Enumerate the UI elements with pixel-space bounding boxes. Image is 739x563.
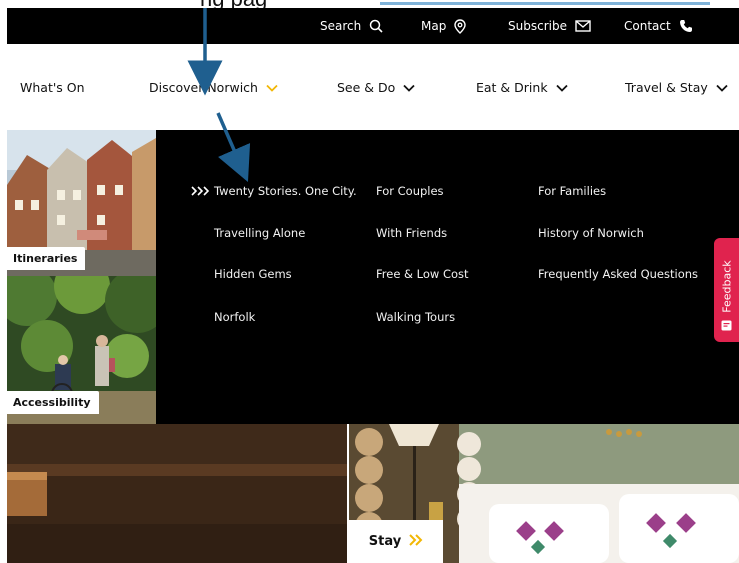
- chevron-down-icon: [266, 80, 278, 95]
- nav-eat-drink[interactable]: Eat & Drink: [476, 75, 568, 99]
- main-navigation: What's On Discover Norwich See & Do Eat …: [7, 44, 739, 130]
- interior-wood-image: [7, 424, 347, 563]
- triple-chevron-icon: [191, 185, 211, 199]
- nav-whats-on[interactable]: What's On: [20, 75, 85, 99]
- map-link[interactable]: Map: [421, 8, 467, 44]
- double-chevron-icon: [409, 533, 423, 550]
- link-hidden-gems[interactable]: Hidden Gems: [214, 267, 292, 281]
- nav-see-do-label: See & Do: [337, 79, 396, 95]
- phone-icon: [679, 19, 693, 33]
- link-history-of-norwich[interactable]: History of Norwich: [538, 226, 644, 240]
- itineraries-card[interactable]: Itineraries: [7, 130, 156, 276]
- promo-image-left[interactable]: [7, 424, 347, 563]
- link-for-families[interactable]: For Families: [538, 184, 606, 198]
- nav-travel-stay[interactable]: Travel & Stay: [625, 75, 728, 99]
- map-label: Map: [421, 19, 447, 33]
- nav-eat-drink-label: Eat & Drink: [476, 79, 548, 95]
- link-faq[interactable]: Frequently Asked Questions: [538, 267, 698, 281]
- subscribe-link[interactable]: Subscribe: [508, 8, 591, 44]
- discover-dropdown-panel: Itineraries Accessibility Twenty Stories…: [7, 130, 739, 424]
- nav-discover-norwich-label: Discover Norwich: [149, 79, 258, 95]
- stay-button[interactable]: Stay: [349, 520, 443, 563]
- accessibility-card[interactable]: Accessibility: [7, 276, 156, 424]
- link-norfolk[interactable]: Norfolk: [214, 310, 255, 324]
- contact-label: Contact: [624, 19, 671, 33]
- link-with-friends[interactable]: With Friends: [376, 226, 447, 240]
- feedback-tab[interactable]: Feedback: [714, 238, 739, 342]
- link-twenty-stories-label: Twenty Stories. One City.: [214, 184, 357, 198]
- search-label: Search: [320, 19, 362, 33]
- caption-highlight: [380, 2, 710, 5]
- itineraries-tag: Itineraries: [7, 247, 86, 270]
- nav-discover-norwich[interactable]: Discover Norwich: [149, 75, 278, 99]
- accessibility-tag: Accessibility: [7, 391, 99, 414]
- feedback-icon: [721, 316, 732, 335]
- link-free-low-cost[interactable]: Free & Low Cost: [376, 267, 469, 281]
- location-pin-icon: [454, 18, 467, 34]
- search-icon: [369, 19, 383, 33]
- stay-label: Stay: [368, 534, 402, 549]
- nav-travel-stay-label: Travel & Stay: [625, 79, 708, 95]
- nav-whats-on-label: What's On: [20, 79, 85, 95]
- mail-icon: [575, 20, 591, 32]
- contact-link[interactable]: Contact: [624, 8, 693, 44]
- subscribe-label: Subscribe: [508, 19, 567, 33]
- chevron-down-icon: [403, 80, 415, 95]
- nav-see-do[interactable]: See & Do: [337, 75, 415, 99]
- link-twenty-stories[interactable]: Twenty Stories. One City.: [191, 184, 357, 199]
- link-walking-tours[interactable]: Walking Tours: [376, 310, 455, 324]
- link-for-couples[interactable]: For Couples: [376, 184, 444, 198]
- chevron-down-icon: [555, 80, 568, 95]
- utility-bar: Search Map Subscribe Contact: [7, 8, 739, 44]
- search-link[interactable]: Search: [320, 8, 383, 44]
- link-travelling-alone[interactable]: Travelling Alone: [214, 226, 305, 240]
- chevron-down-icon: [716, 80, 728, 95]
